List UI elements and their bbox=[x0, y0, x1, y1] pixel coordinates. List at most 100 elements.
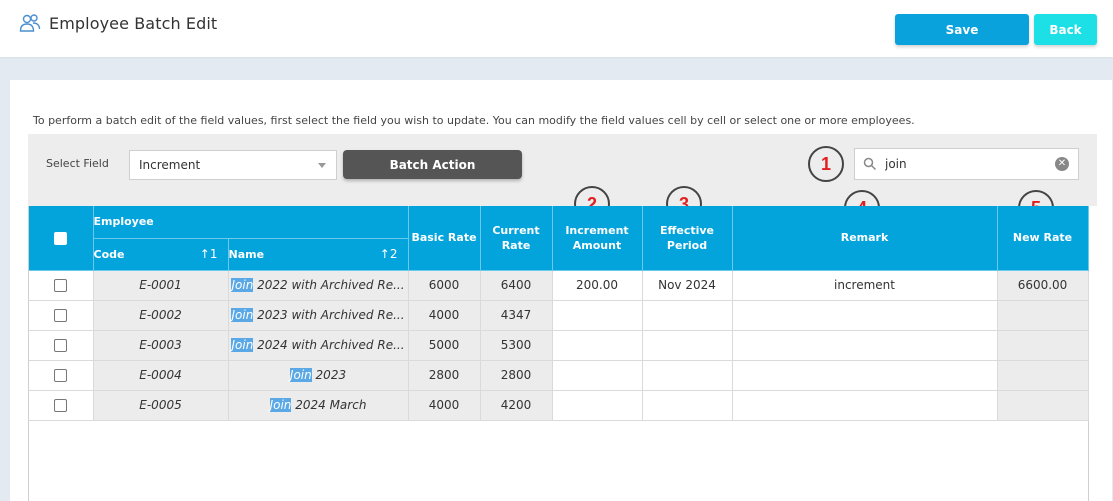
table-row[interactable]: E-0005 Join 2024 March 4000 4200 bbox=[29, 390, 1089, 421]
name-text: 2023 bbox=[311, 368, 347, 382]
basic-rate-cell: 4000 bbox=[408, 390, 481, 421]
employee-group-header: Employee bbox=[93, 206, 409, 239]
basic-rate-cell: 5000 bbox=[408, 330, 481, 361]
row-select-cell bbox=[29, 300, 94, 331]
search-icon bbox=[863, 157, 877, 171]
remark-cell[interactable]: increment bbox=[732, 270, 998, 301]
name-cell: Join 2024 with Archived Re... bbox=[228, 330, 409, 361]
increment-amount-header: Increment Amount bbox=[552, 206, 643, 271]
effective-period-cell[interactable]: Nov 2024 bbox=[642, 270, 733, 301]
name-header[interactable]: Name ↑2 bbox=[228, 238, 409, 271]
name-cell: Join 2023 bbox=[228, 360, 409, 391]
remark-cell[interactable] bbox=[732, 300, 998, 331]
row-checkbox[interactable] bbox=[54, 339, 68, 352]
sort-asc-icon[interactable]: ↑2 bbox=[380, 247, 398, 262]
current-rate-header: Current Rate bbox=[480, 206, 553, 271]
field-select-value: Increment bbox=[139, 158, 201, 172]
row-checkbox[interactable] bbox=[54, 279, 68, 292]
remark-header: Remark bbox=[732, 206, 998, 271]
code-cell: E-0001 bbox=[93, 270, 229, 301]
row-checkbox[interactable] bbox=[54, 399, 68, 412]
row-checkbox[interactable] bbox=[54, 309, 68, 322]
basic-rate-cell: 2800 bbox=[408, 360, 481, 391]
name-text: 2024 March bbox=[291, 398, 367, 412]
new-rate-cell bbox=[997, 330, 1089, 361]
name-header-label: Name bbox=[228, 247, 265, 261]
basic-rate-header: Basic Rate bbox=[408, 206, 481, 271]
employee-table: Employee Basic Rate Current Rate Increme… bbox=[29, 206, 1089, 421]
effective-period-cell[interactable] bbox=[642, 360, 733, 391]
name-cell: Join 2022 with Archived Re... bbox=[228, 270, 409, 301]
effective-period-cell[interactable] bbox=[642, 330, 733, 361]
table-row[interactable]: E-0004 Join 2023 2800 2800 bbox=[29, 360, 1089, 391]
row-select-cell bbox=[29, 330, 94, 361]
table-row[interactable]: E-0003 Join 2024 with Archived Re... 5000 5… bbox=[29, 330, 1089, 361]
employee-table-body: E-0001 Join 2022 with Archived Re... 6000 6… bbox=[29, 270, 1089, 421]
effective-period-cell[interactable] bbox=[642, 390, 733, 421]
current-rate-cell: 6400 bbox=[480, 270, 553, 301]
name-text: 2024 with Archived Re... bbox=[253, 338, 405, 352]
remark-cell[interactable] bbox=[732, 330, 998, 361]
search-input[interactable] bbox=[885, 154, 1045, 174]
save-button[interactable]: Save bbox=[895, 14, 1029, 45]
page-title: Employee Batch Edit bbox=[49, 13, 218, 33]
search-highlight: Join bbox=[269, 398, 292, 412]
search-highlight: Join bbox=[289, 368, 312, 382]
code-cell: E-0004 bbox=[93, 360, 229, 391]
name-cell: Join 2023 with Archived Re... bbox=[228, 300, 409, 331]
name-text: 2022 with Archived Re... bbox=[253, 278, 405, 292]
new-rate-cell bbox=[997, 390, 1089, 421]
effective-period-cell[interactable] bbox=[642, 300, 733, 331]
row-checkbox[interactable] bbox=[54, 369, 68, 382]
current-rate-cell: 4347 bbox=[480, 300, 553, 331]
row-select-cell bbox=[29, 360, 94, 391]
increment-amount-cell[interactable] bbox=[552, 390, 643, 421]
name-text: 2023 with Archived Re... bbox=[253, 308, 405, 322]
new-rate-cell: 6600.00 bbox=[997, 270, 1089, 301]
batch-toolbar: Select Field Increment Batch Action 1 ✕ bbox=[28, 134, 1097, 206]
back-button[interactable]: Back bbox=[1034, 14, 1097, 45]
search-highlight: Join bbox=[231, 338, 254, 352]
effective-period-header: Effective Period bbox=[642, 206, 733, 271]
basic-rate-cell: 4000 bbox=[408, 300, 481, 331]
increment-amount-cell[interactable] bbox=[552, 360, 643, 391]
instructions-text: To perform a batch edit of the field val… bbox=[33, 114, 915, 127]
current-rate-cell: 4200 bbox=[480, 390, 553, 421]
increment-amount-cell[interactable] bbox=[552, 300, 643, 331]
chevron-down-icon bbox=[318, 163, 326, 168]
code-cell: E-0003 bbox=[93, 330, 229, 361]
new-rate-cell bbox=[997, 300, 1089, 331]
search-highlight: Join bbox=[231, 308, 254, 322]
table-row[interactable]: E-0002 Join 2023 with Archived Re... 4000 4… bbox=[29, 300, 1089, 331]
users-icon bbox=[19, 14, 41, 32]
remark-cell[interactable] bbox=[732, 390, 998, 421]
code-header[interactable]: Code ↑1 bbox=[93, 238, 229, 271]
increment-amount-cell[interactable] bbox=[552, 330, 643, 361]
new-rate-cell bbox=[997, 360, 1089, 391]
code-header-label: Code bbox=[93, 247, 125, 261]
search-field[interactable]: ✕ bbox=[854, 148, 1079, 180]
sort-asc-icon[interactable]: ↑1 bbox=[200, 247, 218, 262]
remark-cell[interactable] bbox=[732, 360, 998, 391]
top-bar: Employee Batch Edit Save Back bbox=[0, 0, 1113, 57]
current-rate-cell: 2800 bbox=[480, 360, 553, 391]
row-select-cell bbox=[29, 270, 94, 301]
clear-search-icon[interactable]: ✕ bbox=[1055, 157, 1069, 171]
basic-rate-cell: 6000 bbox=[408, 270, 481, 301]
select-field-label: Select Field bbox=[46, 157, 109, 170]
current-rate-cell: 5300 bbox=[480, 330, 553, 361]
row-select-cell bbox=[29, 390, 94, 421]
code-cell: E-0002 bbox=[93, 300, 229, 331]
title-area: Employee Batch Edit bbox=[19, 13, 217, 33]
table-row[interactable]: E-0001 Join 2022 with Archived Re... 6000 6… bbox=[29, 270, 1089, 301]
increment-amount-cell[interactable]: 200.00 bbox=[552, 270, 643, 301]
code-cell: E-0005 bbox=[93, 390, 229, 421]
callout-1: 1 bbox=[808, 146, 844, 182]
new-rate-header: New Rate bbox=[997, 206, 1089, 271]
search-highlight: Join bbox=[231, 278, 254, 292]
employee-grid: Employee Basic Rate Current Rate Increme… bbox=[28, 206, 1089, 501]
select-all-checkbox[interactable] bbox=[54, 231, 68, 245]
name-cell: Join 2024 March bbox=[228, 390, 409, 421]
field-select[interactable]: Increment bbox=[129, 150, 337, 180]
batch-action-button[interactable]: Batch Action bbox=[343, 150, 522, 179]
